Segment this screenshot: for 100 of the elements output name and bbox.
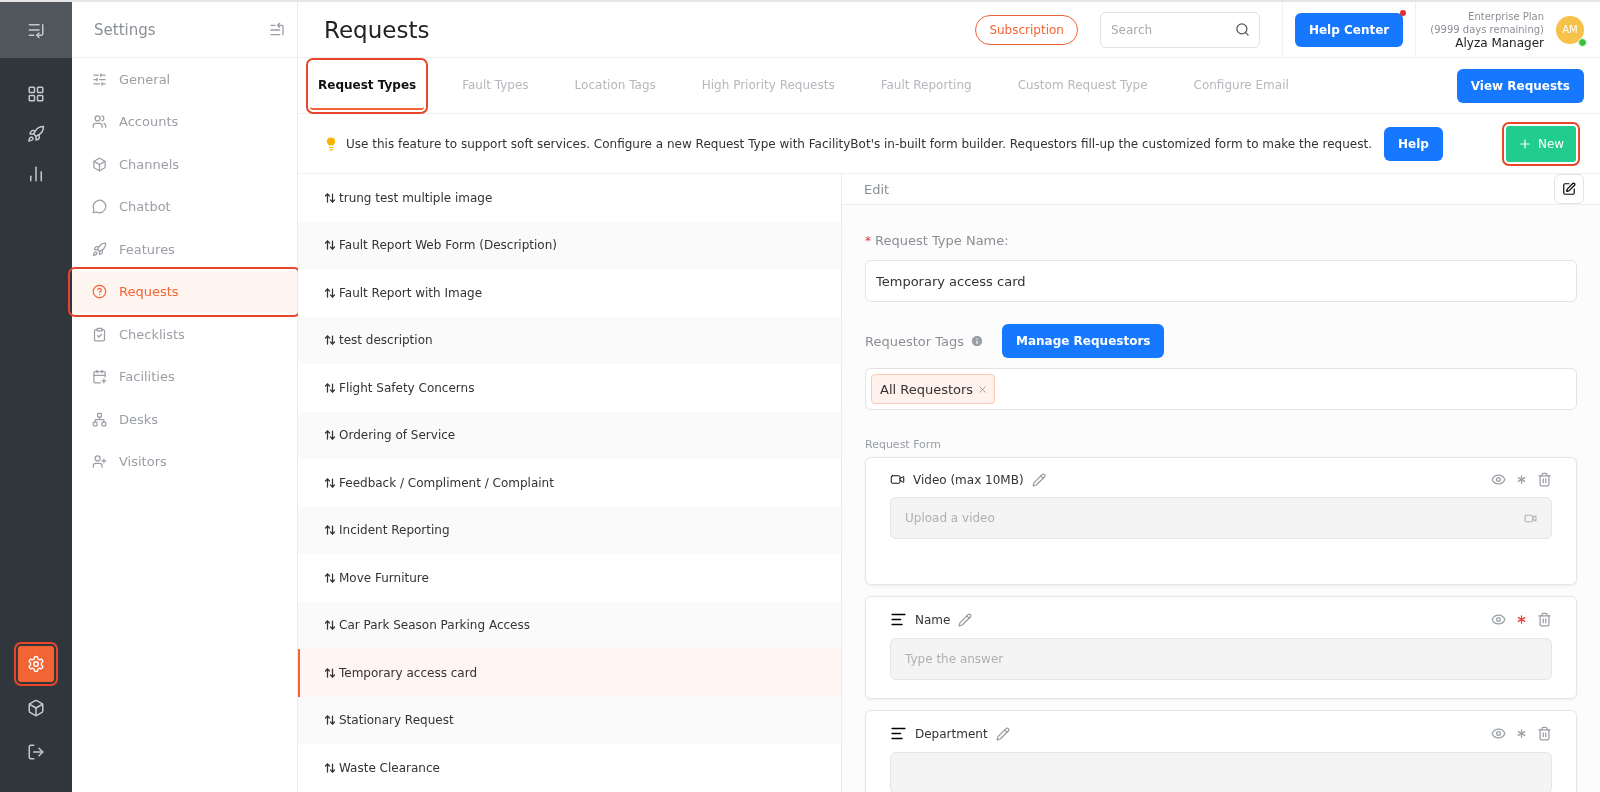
request-type-name: Waste Clearance [339, 760, 440, 775]
tab[interactable]: Fault Types [454, 61, 537, 110]
name-input[interactable]: Temporary access card [865, 260, 1577, 302]
eye-icon [1491, 612, 1506, 627]
request-type-item[interactable]: Incident Reporting [298, 506, 841, 554]
help-button[interactable]: Help [1384, 126, 1443, 161]
sidebar-title: Settings [94, 20, 156, 39]
pencil-icon [995, 726, 1010, 741]
request-type-name: Car Park Season Parking Access [339, 618, 530, 633]
tab[interactable]: Custom Request Type [1009, 61, 1156, 110]
text-lines-icon [890, 611, 907, 628]
eye-icon [1491, 472, 1506, 487]
answer-field[interactable]: Upload a video [890, 497, 1552, 539]
sidebar-item[interactable]: General [72, 58, 297, 101]
request-type-name: Feedback / Compliment / Complaint [339, 475, 554, 490]
sort-icon [324, 191, 336, 204]
tab[interactable]: Configure Email [1185, 61, 1297, 110]
sidebar-item[interactable]: Accounts [72, 100, 297, 143]
request-type-name: Fault Report with Image [339, 285, 483, 300]
sort-icon [324, 334, 336, 347]
request-type-name: trung test multiple image [339, 190, 493, 205]
sidebar-item[interactable]: Checklists [72, 313, 297, 356]
lightbulb-icon [324, 136, 338, 151]
sidebar-item[interactable]: Chatbot [72, 185, 297, 228]
online-dot [1578, 37, 1587, 47]
info-icon [970, 334, 985, 348]
sort-icon [324, 666, 336, 679]
tag: All Requestors [871, 374, 996, 404]
info-text: Use this feature to support soft services. Configure a new Request Type with FacilityBot's in-built form builder. Requestors fill-up the customized form to make the request. [346, 136, 1372, 151]
tab[interactable]: High Priority Requests [693, 61, 843, 110]
subscription-button[interactable]: Subscription [975, 14, 1078, 45]
cube-icon [92, 156, 107, 172]
sort-icon [324, 476, 336, 489]
days-remaining: (9999 days remaining) [1430, 22, 1544, 36]
answer-field[interactable] [890, 752, 1552, 792]
sidebar-item[interactable]: Features [72, 228, 297, 271]
request-type-item[interactable]: Stationary Request [298, 696, 841, 744]
sort-icon [324, 286, 336, 299]
answer-field[interactable]: Type the answer [890, 638, 1552, 680]
request-type-name: Ordering of Service [339, 428, 456, 443]
sort-icon [324, 524, 336, 537]
settings-icon [27, 655, 45, 673]
menu-icon [27, 21, 45, 39]
rocket-icon [27, 125, 45, 143]
tab[interactable]: Location Tags [566, 61, 664, 110]
grid-icon [27, 85, 45, 103]
notification-dot [1400, 9, 1407, 16]
plus-icon [1517, 136, 1532, 151]
form-field-name: Video (max 10MB) [913, 472, 1024, 487]
tab[interactable]: Fault Reporting [872, 61, 980, 110]
trash-icon [1537, 612, 1552, 627]
sidebar-item[interactable]: Visitors [72, 440, 297, 483]
edit-button[interactable] [1554, 174, 1584, 204]
request-type-name: Incident Reporting [339, 523, 450, 538]
chat-bubble-icon [92, 199, 107, 215]
help-center-button[interactable]: Help Center [1294, 12, 1404, 47]
search-field[interactable]: Search [1099, 11, 1260, 48]
edit-title: Edit [864, 181, 890, 197]
user-plus-icon [92, 454, 107, 470]
users-icon [92, 114, 107, 130]
request-type-item[interactable]: Fault Report Web Form (Description) [298, 221, 841, 269]
request-type-name: Stationary Request [339, 713, 454, 728]
manage-requestors-button[interactable]: Manage Requestors [1002, 324, 1165, 358]
sort-icon [324, 571, 336, 584]
sort-icon [324, 714, 336, 727]
sort-icon [324, 239, 336, 252]
form-field-name: Name [915, 612, 951, 627]
request-type-name: test description [339, 333, 433, 348]
collapse-icon[interactable] [269, 21, 285, 38]
clipboard-check-icon [92, 326, 107, 342]
plan-name: Enterprise Plan [1468, 9, 1544, 23]
request-type-item[interactable]: Car Park Season Parking Access [298, 601, 841, 649]
request-type-item[interactable]: Temporary access card [298, 649, 841, 697]
chart-icon [27, 165, 45, 183]
field-label: Requestor Tags [865, 333, 965, 349]
pencil-icon [1031, 472, 1046, 487]
close-icon [977, 383, 989, 395]
text-lines-icon [890, 725, 907, 742]
logout-icon [27, 743, 45, 761]
sort-icon [324, 761, 336, 774]
user-name: Alyza Manager [1455, 35, 1544, 50]
cube-icon [27, 699, 45, 717]
calendar-plus-icon [92, 369, 107, 385]
avatar[interactable]: AM [1556, 15, 1584, 44]
request-type-name: Temporary access card [339, 665, 477, 680]
request-type-item[interactable]: Ordering of Service [298, 411, 841, 459]
view-requests-button[interactable]: View Requests [1456, 68, 1584, 103]
sliders-icon [92, 71, 107, 87]
tags-field[interactable]: All Requestors [865, 368, 1577, 410]
page-title: Requests [324, 16, 431, 43]
form-field-name: Department [915, 726, 988, 741]
request-type-item[interactable]: test description [298, 316, 841, 364]
sort-icon [324, 381, 336, 394]
sidebar-item[interactable]: Desks [72, 398, 297, 441]
search-icon[interactable] [1234, 21, 1250, 37]
sidebar-item[interactable]: Channels [72, 143, 297, 186]
pencil-icon [1562, 182, 1576, 196]
sidebar-item[interactable]: Facilities [72, 355, 297, 398]
request-type-name: Fault Report Web Form (Description) [339, 238, 557, 253]
section-label: Request Form [865, 438, 942, 451]
